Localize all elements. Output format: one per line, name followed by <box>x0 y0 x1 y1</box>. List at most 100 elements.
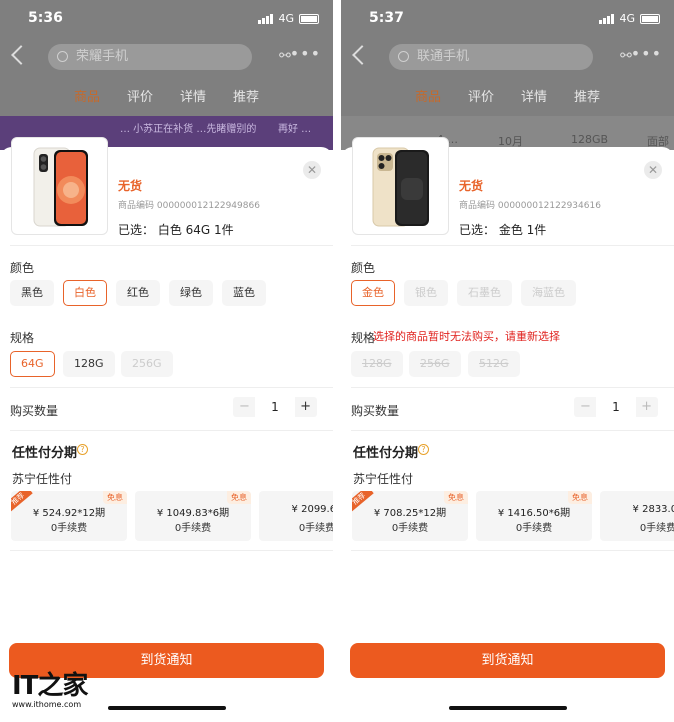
installment-title: 任性付分期 <box>353 446 419 461</box>
divider <box>10 550 333 551</box>
home-indicator <box>108 706 226 710</box>
spec-label: 规格 <box>351 331 376 345</box>
product-image <box>352 137 449 235</box>
product-code: 商品编码 000000012122949866 <box>118 201 260 211</box>
screen-right: 5:37 4G 联通手机 ⚯ ••• 商品 评价 详情 推荐 …… 4 … 10… <box>341 0 674 722</box>
increase-button[interactable]: + <box>641 397 652 417</box>
spec-option-512g[interactable]: 512G <box>468 351 520 377</box>
quantity-value[interactable]: 1 <box>255 397 295 417</box>
search-placeholder: 荣耀手机 <box>76 49 129 64</box>
product-image <box>11 137 108 235</box>
tab-reviews[interactable]: 评价 <box>127 86 153 110</box>
promo-text: … 小苏正在补货 …先睹赠别的 <box>120 124 257 135</box>
plan-amount: ¥ 524.92*12期 <box>32 508 106 519</box>
spec-error-notice: 选择的商品暂时无法购买，请重新选择 <box>373 330 560 343</box>
plan-card[interactable]: 免息 ¥ 1049.83*6期 0手续费 <box>135 491 251 541</box>
color-option-green[interactable]: 绿色 <box>169 280 213 306</box>
color-option-graphite[interactable]: 石墨色 <box>457 280 512 306</box>
back-icon[interactable] <box>11 45 31 65</box>
stock-status: 无货 <box>459 179 484 193</box>
sku-sheet: ✕ 无货 商品编码 000000012122934616 已选： 金色 1件 颜… <box>341 137 674 722</box>
close-icon[interactable]: ✕ <box>644 161 662 179</box>
divider <box>10 387 333 388</box>
color-option-black[interactable]: 黑色 <box>10 280 54 306</box>
status-time: 5:36 <box>28 10 63 26</box>
search-icon <box>57 51 68 62</box>
search-input[interactable]: 联通手机 <box>389 44 593 70</box>
plan-card[interactable]: 免息 ¥ 2099.67 0手续费 <box>259 491 333 541</box>
status-time: 5:37 <box>369 10 404 26</box>
increase-button[interactable]: + <box>300 397 311 417</box>
color-label: 颜色 <box>10 261 35 275</box>
spec-text: 128GB <box>571 133 609 146</box>
installment-provider: 苏宁任性付 <box>12 472 73 486</box>
selected-summary: 已选： 白色 64G 1件 <box>118 223 234 237</box>
plan-card[interactable]: 免息 ¥ 1416.50*6期 0手续费 <box>476 491 592 541</box>
installment-title: 任性付分期 <box>12 446 78 461</box>
quantity-value[interactable]: 1 <box>596 397 636 417</box>
tab-bar: 商品 评价 详情 推荐 <box>341 86 674 120</box>
product-code: 商品编码 000000012122934616 <box>459 201 601 211</box>
status-bar: 5:36 4G <box>0 8 333 30</box>
spec-label: 规格 <box>10 331 35 345</box>
quantity-stepper[interactable]: − 1 + <box>233 397 317 417</box>
spec-option-64g[interactable]: 64G <box>10 351 55 377</box>
more-icon[interactable]: ••• <box>290 44 321 63</box>
plan-fee: 0手续费 <box>174 523 212 534</box>
color-option-silver[interactable]: 银色 <box>404 280 448 306</box>
tab-details[interactable]: 详情 <box>180 86 206 110</box>
more-icon[interactable]: ••• <box>631 44 662 63</box>
sku-sheet: ✕ 无货 商品编码 000000012122949866 已选： 白色 64G … <box>0 137 333 722</box>
interest-free-badge: 免息 <box>227 491 251 504</box>
spec-option-256g[interactable]: 256G <box>409 351 461 377</box>
close-icon[interactable]: ✕ <box>303 161 321 179</box>
spec-option-128g[interactable]: 128G <box>63 351 115 377</box>
home-indicator <box>449 706 567 710</box>
divider <box>351 430 674 431</box>
divider <box>351 387 674 388</box>
interest-free-badge: 免息 <box>568 491 592 504</box>
network-label: 4G <box>619 12 635 25</box>
watermark-logo: IT之家 <box>12 671 88 701</box>
promo-text: 再好 … <box>278 124 312 135</box>
watermark-url: www.ithome.com <box>12 700 82 709</box>
color-option-gold[interactable]: 金色 <box>351 280 395 306</box>
screen-left: 5:36 4G 荣耀手机 ⚯ ••• 商品 评价 详情 推荐 … 小苏正在补货 … <box>0 0 333 722</box>
selected-summary: 已选： 金色 1件 <box>459 223 547 237</box>
divider <box>351 550 674 551</box>
tab-product[interactable]: 商品 <box>74 86 100 120</box>
stock-status: 无货 <box>118 179 143 193</box>
color-option-red[interactable]: 红色 <box>116 280 160 306</box>
plan-amount: ¥ 708.25*12期 <box>373 508 447 519</box>
plan-card[interactable]: 免息 ¥ 2833.00 0手续费 <box>600 491 674 541</box>
plan-card[interactable]: 推荐 免息 ¥ 524.92*12期 0手续费 <box>11 491 127 541</box>
decrease-button[interactable]: − <box>580 397 591 417</box>
quantity-stepper[interactable]: − 1 + <box>574 397 658 417</box>
color-option-white[interactable]: 白色 <box>63 280 107 306</box>
tab-details[interactable]: 详情 <box>521 86 547 110</box>
spec-option-128g[interactable]: 128G <box>351 351 403 377</box>
tab-recommend[interactable]: 推荐 <box>574 86 600 110</box>
search-input[interactable]: 荣耀手机 <box>48 44 252 70</box>
color-option-blue[interactable]: 蓝色 <box>222 280 266 306</box>
plan-card[interactable]: 推荐 免息 ¥ 708.25*12期 0手续费 <box>352 491 468 541</box>
notify-button[interactable]: 到货通知 <box>350 643 665 678</box>
divider <box>351 245 674 246</box>
decrease-button[interactable]: − <box>239 397 250 417</box>
color-option-pacific-blue[interactable]: 海蓝色 <box>521 280 576 306</box>
plan-amount: ¥ 2833.00 <box>632 504 674 515</box>
top-nav: 荣耀手机 ⚯ ••• <box>0 42 333 72</box>
plan-fee: 0手续费 <box>298 523 333 534</box>
spec-option-256g[interactable]: 256G <box>121 351 173 377</box>
tab-reviews[interactable]: 评价 <box>468 86 494 110</box>
signal-icon <box>599 13 615 24</box>
plan-amount: ¥ 1049.83*6期 <box>156 508 230 519</box>
quantity-label: 购买数量 <box>10 404 59 418</box>
tab-recommend[interactable]: 推荐 <box>233 86 259 110</box>
back-icon[interactable] <box>352 45 372 65</box>
tab-product[interactable]: 商品 <box>415 86 441 120</box>
help-icon[interactable]: ? <box>418 444 429 455</box>
watermark: IT之家 www.ithome.com <box>12 665 96 713</box>
help-icon[interactable]: ? <box>77 444 88 455</box>
plan-amount: ¥ 1416.50*6期 <box>497 508 571 519</box>
